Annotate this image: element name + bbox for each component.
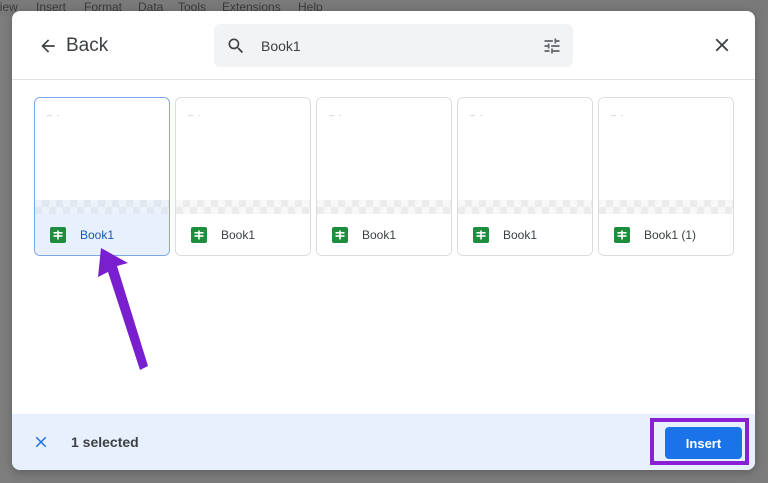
file-card[interactable]: – · Book1 [316, 97, 452, 256]
dialog-header: Back [12, 11, 755, 80]
file-thumbnail: – · [35, 98, 169, 213]
google-sheets-icon [50, 226, 66, 243]
back-button[interactable]: Back [38, 33, 108, 59]
selection-bar: 1 selected Insert [12, 414, 755, 470]
file-name-row: Book1 [35, 214, 169, 255]
file-thumbnail: – · [599, 98, 733, 213]
file-grid: – · Book1 – · Book1 – · Book1 – · Book1 … [34, 97, 734, 257]
google-sheets-icon [473, 226, 489, 243]
search-box[interactable] [214, 24, 573, 67]
file-thumbnail: – · [458, 98, 592, 213]
selected-count: 1 selected [71, 434, 139, 450]
file-name: Book1 [503, 227, 538, 242]
back-label: Back [66, 35, 109, 56]
google-sheets-icon [614, 226, 630, 243]
file-name: Book1 [80, 227, 115, 242]
file-card[interactable]: – · Book1 [457, 97, 593, 256]
search-input[interactable] [261, 35, 521, 57]
file-card[interactable]: – · Book1 (1) [598, 97, 734, 256]
file-name: Book1 [362, 227, 397, 242]
file-card[interactable]: – · Book1 [34, 97, 170, 256]
arrow-back-icon [41, 39, 55, 53]
file-name-row: Book1 [176, 214, 310, 255]
thumbnail-fade [599, 200, 733, 214]
file-card[interactable]: – · Book1 [175, 97, 311, 256]
file-name: Book1 [221, 227, 256, 242]
insert-button[interactable]: Insert [665, 427, 742, 459]
close-icon[interactable] [711, 34, 733, 56]
file-thumbnail: – · [317, 98, 451, 213]
close-icon[interactable] [32, 433, 50, 451]
search-icon [228, 38, 244, 54]
tune-icon[interactable] [542, 36, 562, 56]
thumbnail-fade [458, 200, 592, 214]
thumbnail-fade [317, 200, 451, 214]
file-name-row: Book1 (1) [599, 214, 733, 255]
file-picker-dialog: Back – · [12, 11, 755, 470]
thumbnail-fade [35, 200, 169, 214]
file-name-row: Book1 [458, 214, 592, 255]
google-sheets-icon [332, 226, 348, 243]
background-left-strip [0, 16, 12, 483]
google-sheets-icon [191, 226, 207, 243]
file-name-row: Book1 [317, 214, 451, 255]
file-name: Book1 (1) [644, 227, 697, 242]
thumbnail-fade [176, 200, 310, 214]
file-thumbnail: – · [176, 98, 310, 213]
